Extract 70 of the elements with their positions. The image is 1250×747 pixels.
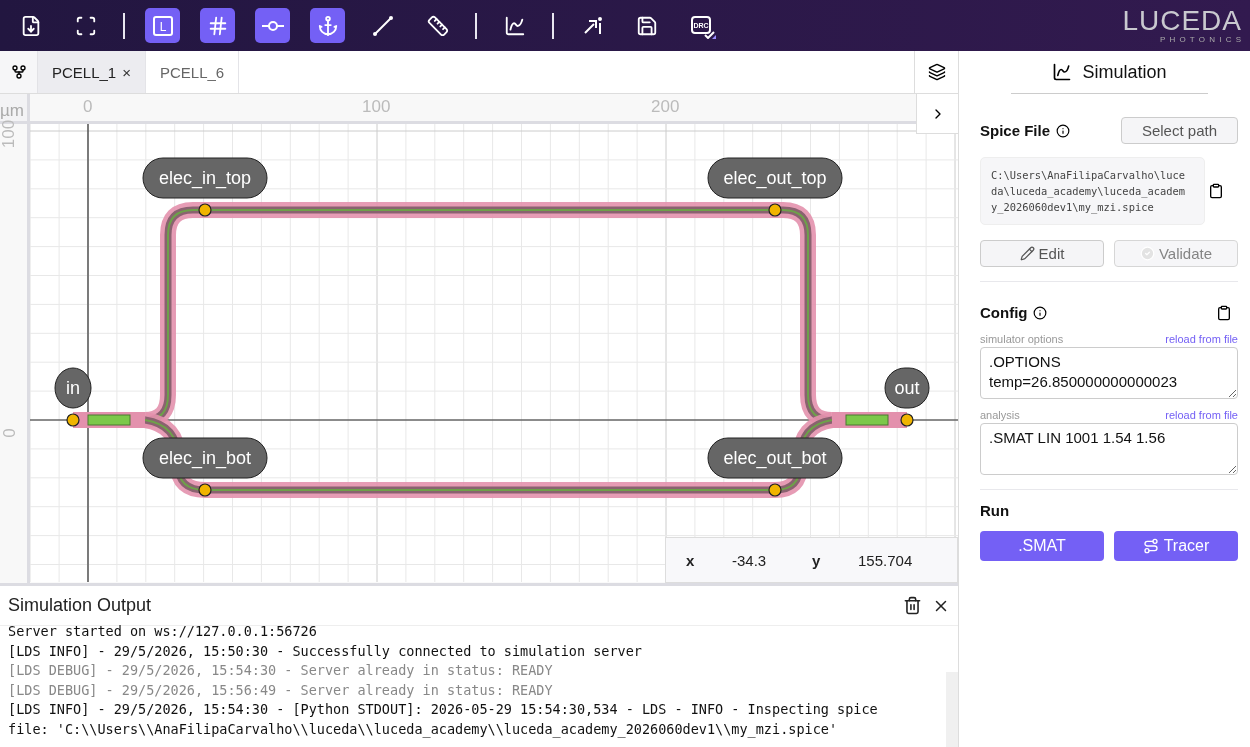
spice-path: C:\Users\AnaFilipaCarvalho\luceda\luceda_academy\luceda_academy_2026060dev1\my_mzi.spice (991, 168, 1186, 215)
log-line: Server started on ws://127.0.0.1:56726 (8, 622, 318, 641)
fit-view-icon (74, 14, 97, 37)
save-icon (635, 14, 658, 37)
port-label: elec_in_bot (142, 437, 268, 479)
layers-icon[interactable] (927, 63, 946, 81)
config-field[interactable]: .OPTIONS temp=26.850000000000023 (980, 347, 1238, 399)
ruler-label: 0 (83, 97, 93, 117)
section-label: Run (980, 502, 1011, 519)
anchor-tool-button[interactable] (310, 8, 345, 43)
hierarchy-button[interactable] (0, 51, 38, 93)
logo-tagline: P H O T O N I C S (1160, 35, 1242, 44)
config-field[interactable]: .SMAT LIN 1001 1.54 1.56 (980, 423, 1238, 475)
ruler-label: 200 (651, 97, 680, 117)
reload-link[interactable]: reload from file (1165, 409, 1238, 421)
port-tool-button[interactable] (255, 8, 290, 43)
coordinate-label: y (812, 551, 822, 569)
log-line: [LDS DEBUG] - 29/5/2026, 15:56:49 - Server already in status: READY (8, 680, 554, 700)
ruler-label: 0 (0, 428, 20, 438)
log-line: [LDS INFO] - 29/5/2026, 15:50:30 - Successfully connected to simulation server (8, 641, 643, 661)
line-icon (371, 14, 394, 37)
scrollbar[interactable] (946, 672, 958, 747)
reload-link[interactable]: reload from file (1165, 333, 1238, 345)
log-line: [LDS DEBUG] - 29/5/2026, 15:54:30 - Server already in status: READY (8, 661, 554, 680)
port-label: elec_out_top (707, 157, 843, 199)
chart-icon (1052, 62, 1073, 82)
check-circle-icon (1139, 246, 1155, 261)
coordinate-label: x (686, 551, 696, 569)
port-dot[interactable] (198, 203, 212, 217)
port-dot[interactable] (198, 483, 212, 497)
pencil-icon (1019, 246, 1035, 261)
cell-tab[interactable]: PCELL_1 × (38, 51, 146, 93)
hierarchy-icon (10, 64, 27, 80)
port-dot[interactable] (66, 413, 80, 427)
layer-icon: L (151, 14, 174, 37)
taper (73, 412, 145, 428)
run-button[interactable]: Tracer (1114, 531, 1238, 561)
ruler-label: 100 (362, 97, 391, 117)
port-dot[interactable] (900, 413, 914, 427)
output-title: Simulation Output (8, 595, 153, 616)
grid-tool-button[interactable] (200, 8, 235, 43)
field-label: analysis (980, 409, 1020, 421)
field-label: simulator options (980, 333, 1064, 345)
coordinate-value: 155.704 (858, 551, 914, 569)
port-label: elec_in_top (142, 157, 268, 199)
layer-tool-button[interactable]: L (145, 8, 180, 43)
clipboard-icon[interactable] (1216, 304, 1232, 321)
ruler-icon (426, 14, 449, 37)
anchor-icon (316, 14, 339, 37)
coordinate-value: -34.3 (732, 551, 768, 569)
tab-close-button[interactable]: × (122, 63, 131, 81)
port-dot[interactable] (768, 203, 782, 217)
section-label: Config (980, 304, 1028, 321)
panel-title: Simulation (1082, 61, 1167, 83)
route-icon (1142, 538, 1159, 554)
clear-button[interactable] (903, 596, 922, 615)
trash-icon (903, 596, 922, 615)
port-dot[interactable] (768, 483, 782, 497)
log-line: [LDS INFO] - 29/5/2026, 15:54:30 - [Python STDOUT]: 2026-05-29 15:54:30,534 - LDS - INFO - Inspecting spice file: 'C:\\Users\\AnaFilipaCarvalho\\luceda\\luceda_academy\\luceda_academy_2026060dev1\\my_mzi.spice' (8, 700, 879, 739)
edit-button[interactable]: Edit (980, 240, 1104, 267)
logo-name: LUCEDA (1122, 7, 1242, 35)
select-path-button[interactable]: Select path (1120, 117, 1238, 144)
unit-label: µm (0, 94, 30, 124)
port-label: elec_out_bot (707, 437, 843, 479)
info-icon (1056, 123, 1071, 138)
chart-icon (503, 14, 526, 37)
info-icon (1033, 305, 1048, 320)
section-label: Spice File (980, 122, 1051, 139)
run-button[interactable]: .SMAT (980, 531, 1104, 561)
clipboard-icon[interactable] (1208, 183, 1224, 199)
